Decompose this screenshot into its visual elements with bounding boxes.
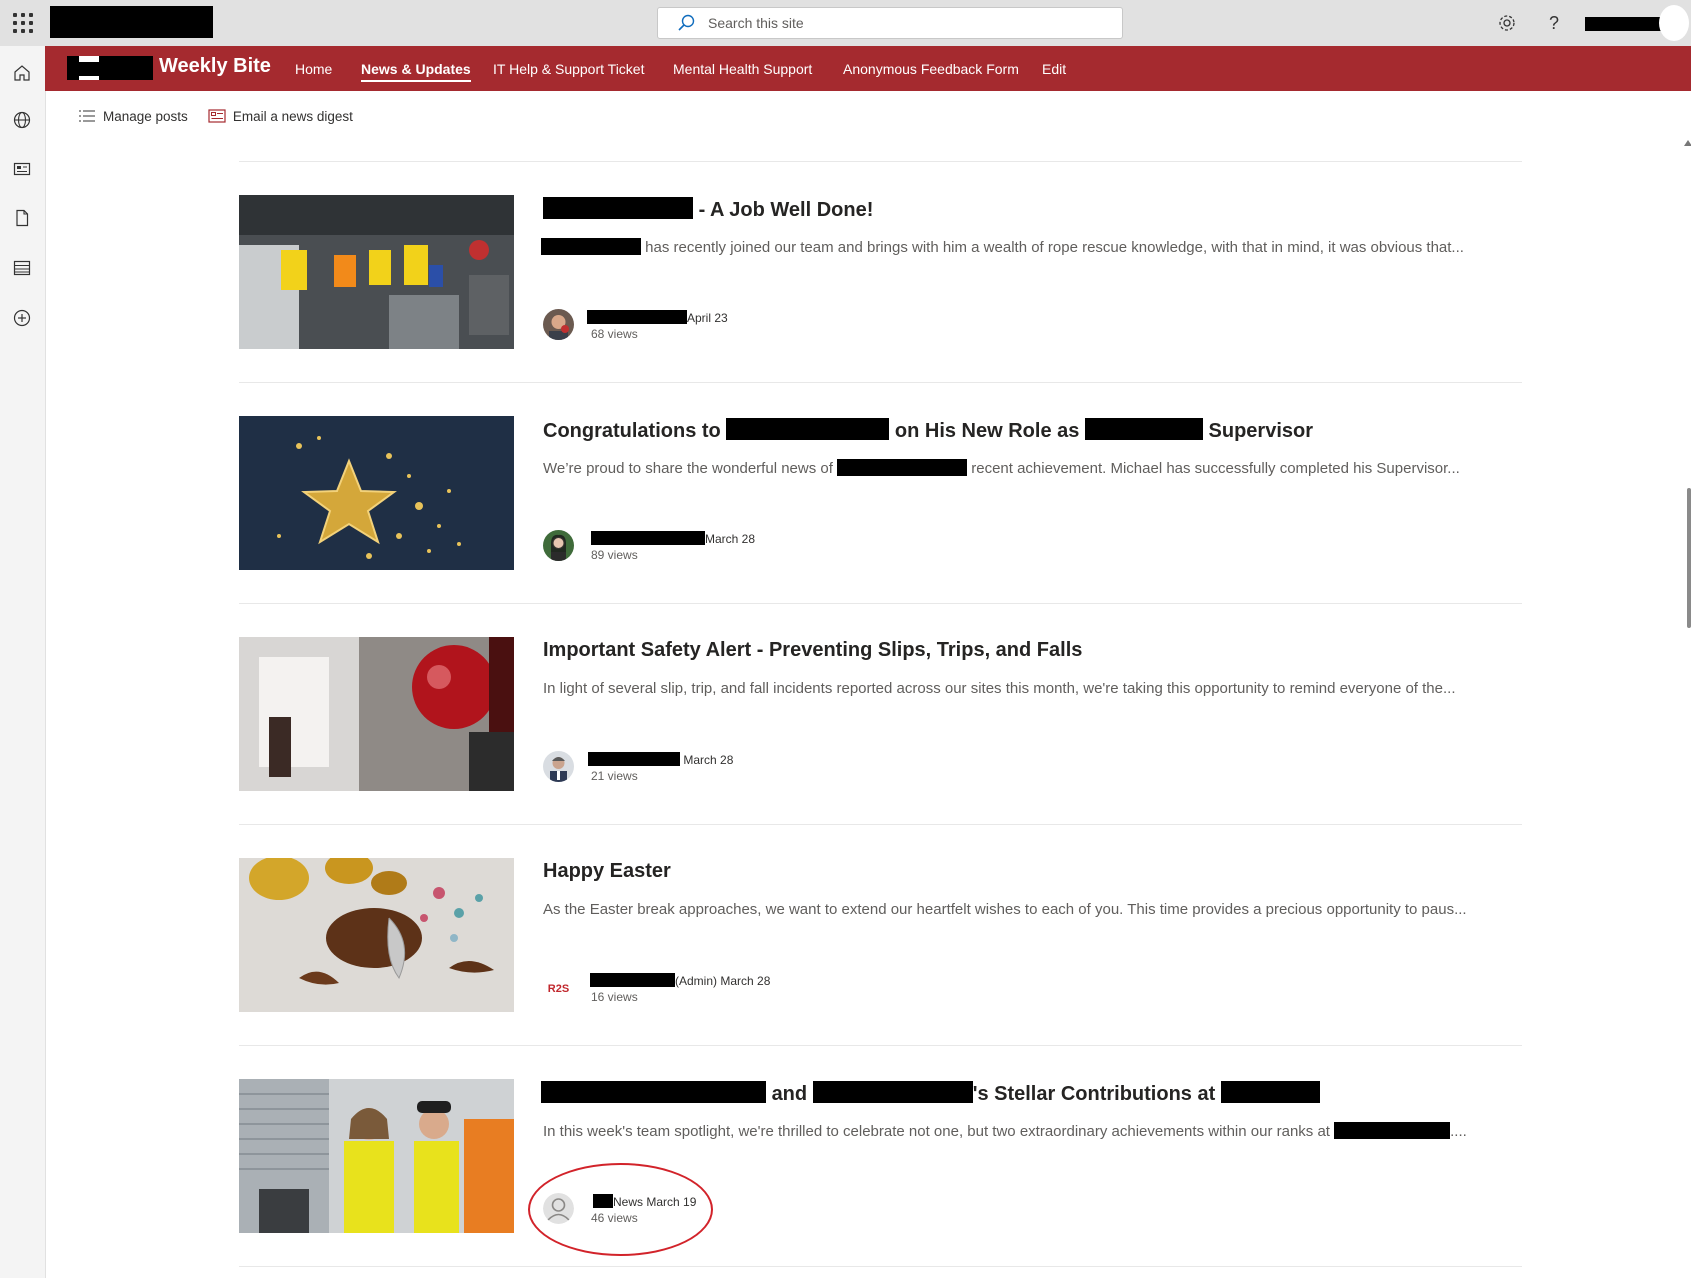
- gear-icon[interactable]: [1496, 12, 1518, 34]
- post-title[interactable]: Important Safety Alert - Preventing Slip…: [543, 639, 1082, 662]
- search-icon: [676, 13, 696, 33]
- post-title[interactable]: - A Job Well Done!: [543, 197, 873, 222]
- site-logo[interactable]: [67, 56, 153, 80]
- redacted-name: [591, 531, 705, 545]
- post-title[interactable]: Congratulations to on His New Role as Su…: [543, 418, 1313, 443]
- command-bar: Manage posts Email a news digest: [78, 104, 373, 128]
- nav-feedback-form[interactable]: Anonymous Feedback Form: [843, 46, 1019, 91]
- redacted-name: [543, 197, 693, 219]
- redacted-org-name: [50, 6, 213, 38]
- redacted-org-name: [1220, 1081, 1320, 1103]
- redacted-name: [541, 1081, 766, 1103]
- nav-mental-health[interactable]: Mental Health Support: [673, 46, 812, 91]
- post-description-text: has recently joined our team and brings …: [645, 239, 1464, 256]
- add-icon[interactable]: [11, 307, 33, 329]
- scroll-up-icon[interactable]: [1684, 140, 1691, 146]
- nav-edit[interactable]: Edit: [1042, 46, 1066, 91]
- post-thumbnail-star[interactable]: [239, 416, 514, 570]
- post-description-part: recent achievement. Michael has successf…: [971, 460, 1460, 477]
- manage-posts-label: Manage posts: [103, 108, 188, 124]
- post-date: March 28: [705, 532, 756, 546]
- nav-home[interactable]: Home: [295, 46, 332, 91]
- globe-icon[interactable]: [11, 109, 33, 131]
- redacted-org-name: [1334, 1122, 1451, 1139]
- post-author-suffix: (Admin): [675, 974, 718, 988]
- search-placeholder: Search this site: [708, 15, 804, 31]
- post-description: We’re proud to share the wonderful news …: [543, 459, 1460, 477]
- scrollbar-thumb[interactable]: [1687, 488, 1691, 628]
- email-digest-label: Email a news digest: [232, 108, 353, 124]
- help-icon[interactable]: ?: [1543, 12, 1565, 34]
- suite-bar: Search this site ?: [0, 0, 1691, 46]
- site-header: Weekly Bite Home News & Updates IT Help …: [45, 46, 1691, 91]
- annotation-circle: [528, 1163, 713, 1256]
- post-title-text: - A Job Well Done!: [698, 199, 874, 221]
- post-views: 89 views: [591, 548, 638, 562]
- post-date: March 28: [683, 753, 734, 767]
- avatar[interactable]: R2S: [543, 972, 574, 1003]
- redacted-name: [587, 310, 687, 324]
- redacted-text: [1084, 418, 1203, 440]
- file-icon[interactable]: [11, 207, 33, 229]
- post-thumbnail-team[interactable]: [239, 1079, 514, 1233]
- divider: [239, 824, 1522, 825]
- post-author-date: (Admin) March 28: [590, 973, 770, 988]
- redacted-name: [541, 238, 641, 255]
- divider: [239, 1266, 1522, 1267]
- list-icon: [79, 110, 95, 122]
- news-icon: [208, 109, 226, 123]
- post-description-text: In this week's team spotlight, we're thr…: [543, 1123, 1330, 1140]
- divider: [239, 1045, 1522, 1046]
- redacted-name: [812, 1081, 973, 1103]
- divider: [239, 603, 1522, 604]
- nav-news-updates[interactable]: News & Updates: [361, 46, 471, 91]
- avatar[interactable]: [543, 530, 574, 561]
- post-description: As the Easter break approaches, we want …: [543, 901, 1467, 918]
- scrollbar[interactable]: [1684, 135, 1691, 1278]
- search-box[interactable]: Search this site: [657, 7, 1123, 39]
- news-icon[interactable]: [11, 158, 33, 180]
- divider: [239, 161, 1522, 162]
- post-author-date: March 28: [588, 752, 733, 767]
- post-description: In light of several slip, trip, and fall…: [543, 680, 1456, 697]
- post-thumbnail-easter[interactable]: [239, 858, 514, 1012]
- post-author-date: April 23: [587, 310, 728, 325]
- post-views: 68 views: [591, 327, 638, 341]
- post-description: has recently joined our team and brings …: [541, 238, 1464, 256]
- avatar[interactable]: [1659, 5, 1689, 41]
- post-title[interactable]: and 's Stellar Contributions at: [541, 1081, 1320, 1106]
- app-launcher-icon[interactable]: [8, 8, 38, 38]
- post-title-part: 's Stellar Contributions at: [972, 1083, 1216, 1105]
- post-title-part: and: [771, 1083, 808, 1105]
- avatar-logo-text: R2S: [548, 983, 569, 995]
- post-author-date: March 28: [591, 531, 755, 546]
- redacted-name: [837, 459, 968, 476]
- app-bar: [0, 46, 46, 1278]
- post-thumbnail-workshop[interactable]: [239, 195, 514, 349]
- site-title[interactable]: Weekly Bite: [159, 55, 271, 78]
- post-date: March 28: [720, 974, 771, 988]
- list-icon[interactable]: [11, 257, 33, 279]
- post-description-end: ....: [1450, 1123, 1467, 1140]
- post-title-part: Congratulations to: [543, 420, 721, 442]
- post-title-part: Supervisor: [1208, 420, 1313, 442]
- email-digest-button[interactable]: Email a news digest: [208, 109, 353, 124]
- redacted-name: [588, 752, 680, 766]
- post-views: 16 views: [591, 990, 638, 1004]
- manage-posts-button[interactable]: Manage posts: [78, 109, 188, 124]
- nav-it-help[interactable]: IT Help & Support Ticket: [493, 46, 644, 91]
- redacted-name: [726, 418, 890, 440]
- post-description: In this week's team spotlight, we're thr…: [543, 1122, 1467, 1140]
- post-description-part: We’re proud to share the wonderful news …: [543, 460, 833, 477]
- post-views: 21 views: [591, 769, 638, 783]
- redacted-name: [590, 973, 675, 987]
- post-title-part: on His New Role as: [894, 420, 1080, 442]
- divider: [239, 382, 1522, 383]
- post-date: April 23: [687, 311, 728, 325]
- home-icon[interactable]: [11, 62, 33, 84]
- post-thumbnail-alarm[interactable]: [239, 637, 514, 791]
- avatar[interactable]: [543, 309, 574, 340]
- post-title[interactable]: Happy Easter: [543, 860, 671, 883]
- avatar[interactable]: [543, 751, 574, 782]
